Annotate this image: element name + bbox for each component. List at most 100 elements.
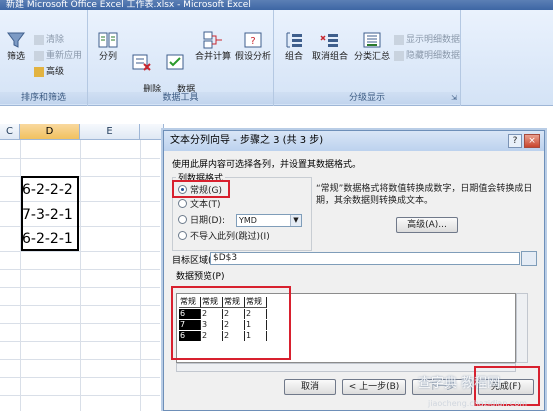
cancel-button[interactable]: 取消 bbox=[284, 379, 336, 395]
text-to-columns-icon bbox=[98, 32, 118, 48]
preview-vertical-scrollbar[interactable] bbox=[516, 293, 528, 363]
preview-header-cell[interactable]: 常规 bbox=[223, 297, 245, 308]
clear-icon bbox=[34, 34, 44, 45]
radio-dot bbox=[178, 185, 187, 194]
preview-cell: 1 bbox=[245, 331, 267, 341]
column-header-e[interactable]: E bbox=[80, 124, 140, 140]
text-to-columns-wizard: 文本分列向导 - 步骤之 3 (共 3 步) ? × 使用此屏内容可选择各列，并… bbox=[163, 130, 545, 411]
dialog-launcher-icon[interactable]: ⇲ bbox=[451, 94, 457, 102]
advanced-filter-button[interactable]: 高级 bbox=[34, 66, 64, 79]
radio-dot bbox=[178, 215, 187, 224]
data-validation-icon bbox=[166, 54, 184, 70]
filter-button[interactable]: 筛选 bbox=[2, 30, 30, 63]
grid-line bbox=[0, 287, 160, 288]
grid-line bbox=[80, 140, 81, 411]
subtotal-icon bbox=[363, 32, 381, 48]
preview-horizontal-scrollbar[interactable] bbox=[176, 363, 516, 372]
subtotal-label: 分类汇总 bbox=[353, 52, 390, 62]
data-validation-button[interactable]: 数据 有效性 bbox=[160, 30, 195, 118]
date-format-select[interactable]: YMD ▼ bbox=[236, 214, 302, 227]
what-if-analysis-button[interactable]: ? 假设分析 bbox=[234, 30, 272, 63]
grid-line bbox=[0, 359, 160, 360]
watermark-url: jiaocheng.chazidian.com bbox=[428, 399, 528, 408]
preview-cell: 2 bbox=[223, 320, 245, 330]
hide-detail-icon bbox=[394, 50, 404, 61]
radio-general[interactable]: 常规(G) bbox=[178, 185, 222, 197]
data-preview[interactable]: 常规 常规 常规 常规 6222 7321 6221 bbox=[176, 293, 516, 363]
data-tools-group: 分列 删除 重复项 数据 有效性 合并计算 ? 假设分析 数据工具 bbox=[88, 10, 274, 106]
preview-label: 数据预览(P) bbox=[176, 272, 225, 282]
preview-cell: 2 bbox=[223, 331, 245, 341]
chevron-down-icon: ▼ bbox=[290, 215, 301, 226]
preview-row: 6221 bbox=[179, 331, 267, 341]
dialog-instruction: 使用此屏内容可选择各列，并设置其数据格式。 bbox=[172, 160, 362, 170]
column-header-d[interactable]: D bbox=[20, 124, 80, 140]
preview-cell: 1 bbox=[245, 320, 267, 330]
grid-line bbox=[0, 377, 160, 378]
radio-text[interactable]: 文本(T) bbox=[178, 199, 221, 211]
collapse-dialog-icon[interactable] bbox=[521, 251, 537, 266]
preview-cell: 3 bbox=[201, 320, 223, 330]
grid-line bbox=[0, 323, 160, 324]
reapply-button[interactable]: 重新应用 bbox=[34, 50, 82, 63]
grid-line bbox=[0, 269, 160, 270]
watermark-text: 查字典 教程网 bbox=[418, 376, 501, 391]
grid-line bbox=[0, 158, 160, 159]
grid-line bbox=[0, 395, 160, 396]
hide-detail-label: 隐藏明细数据 bbox=[406, 51, 461, 61]
reapply-label: 重新应用 bbox=[46, 51, 83, 61]
clear-label: 清除 bbox=[46, 35, 65, 45]
outline-group: 组合 取消组合 分类汇总 显示明细数据 隐藏明细数据 分级显示 ⇲ bbox=[274, 10, 461, 106]
column-header-f[interactable] bbox=[140, 124, 164, 140]
consolidate-icon bbox=[203, 31, 222, 49]
column-header-c[interactable]: C bbox=[0, 124, 20, 140]
preview-cell: 6 bbox=[179, 331, 201, 341]
advanced-button[interactable]: 高级(A)... bbox=[396, 217, 458, 233]
preview-cell: 6 bbox=[179, 309, 201, 319]
text-to-columns-label: 分列 bbox=[98, 52, 117, 62]
reapply-icon bbox=[34, 50, 44, 61]
radio-text-label: 文本(T) bbox=[190, 200, 221, 210]
show-detail-button[interactable]: 显示明细数据 bbox=[394, 34, 460, 47]
preview-header-cell[interactable]: 常规 bbox=[179, 297, 201, 308]
grid-line bbox=[0, 305, 160, 306]
help-icon[interactable]: ? bbox=[508, 134, 522, 148]
what-if-analysis-label: 假设分析 bbox=[234, 52, 271, 62]
radio-general-label: 常规(G) bbox=[190, 186, 222, 196]
outline-group-label: 分级显示 bbox=[274, 92, 460, 104]
close-icon[interactable]: × bbox=[524, 134, 540, 148]
preview-cell: 2 bbox=[245, 309, 267, 319]
what-if-analysis-icon: ? bbox=[244, 32, 262, 48]
back-button[interactable]: < 上一步(B) bbox=[342, 379, 406, 395]
preview-header-cell[interactable]: 常规 bbox=[245, 297, 267, 308]
preview-header-row: 常规 常规 常规 常规 bbox=[179, 297, 267, 308]
radio-dot bbox=[178, 231, 187, 240]
ungroup-label: 取消组合 bbox=[311, 52, 348, 62]
show-detail-icon bbox=[394, 34, 404, 45]
subtotal-button[interactable]: 分类汇总 bbox=[352, 30, 392, 63]
preview-header-cell[interactable]: 常规 bbox=[201, 297, 223, 308]
consolidate-button[interactable]: 合并计算 bbox=[194, 30, 232, 63]
radio-date[interactable]: 日期(D): bbox=[178, 215, 225, 227]
sort-filter-group: 筛选 清除 重新应用 高级 排序和筛选 bbox=[0, 10, 88, 106]
advanced-filter-label: 高级 bbox=[46, 67, 65, 77]
ungroup-icon bbox=[320, 34, 338, 47]
text-to-columns-button[interactable]: 分列 bbox=[94, 30, 122, 63]
preview-row: 7321 bbox=[179, 320, 267, 330]
preview-cell: 7 bbox=[179, 320, 201, 330]
remove-duplicates-button[interactable]: 删除 重复项 bbox=[126, 30, 161, 118]
watermark: 查字典 教程网 jiaocheng.chazidian.com bbox=[418, 372, 548, 408]
group-label: 组合 bbox=[284, 52, 303, 62]
ungroup-button[interactable]: 取消组合 bbox=[310, 30, 350, 63]
grid-line bbox=[140, 140, 141, 411]
clear-button[interactable]: 清除 bbox=[34, 34, 64, 47]
sort-filter-group-label: 排序和筛选 bbox=[0, 92, 87, 104]
data-tools-group-label: 数据工具 bbox=[88, 92, 273, 104]
radio-date-label: 日期(D): bbox=[190, 216, 225, 226]
radio-skip-column[interactable]: 不导入此列(跳过)(I) bbox=[178, 231, 270, 243]
destination-input[interactable]: $D$3 bbox=[210, 252, 520, 265]
hide-detail-button[interactable]: 隐藏明细数据 bbox=[394, 50, 460, 63]
remove-duplicates-icon bbox=[132, 54, 151, 71]
format-description: “常规”数据格式将数值转换成数字，日期值会转换成日期，其余数据则转换成文本。 bbox=[316, 184, 533, 206]
group-rows-button[interactable]: 组合 bbox=[280, 30, 308, 63]
